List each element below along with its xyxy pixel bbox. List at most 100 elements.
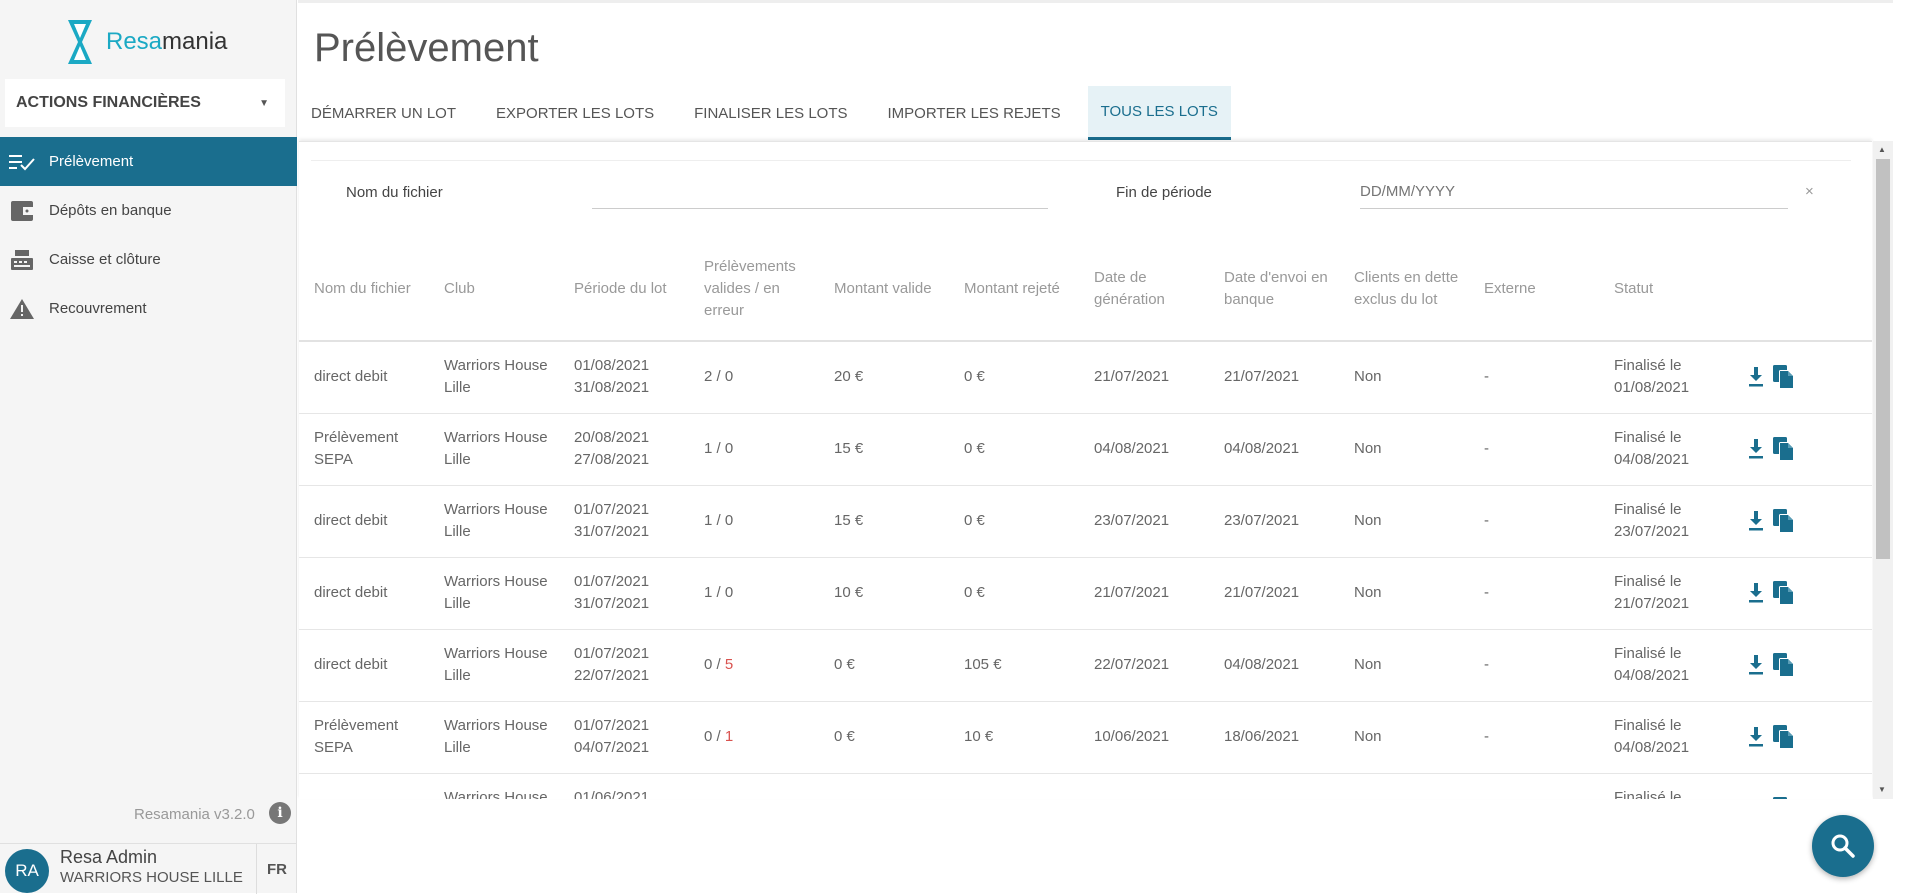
tab-importer[interactable]: Importer les rejets (875, 86, 1074, 140)
column-header[interactable]: Externe (1469, 237, 1599, 342)
cell-text: 04/08/2021 (1224, 656, 1300, 673)
table-cell: 0 / 5 (689, 773, 819, 799)
sidebar-item-recouvrement[interactable]: Recouvrement (0, 284, 297, 333)
sidebar-item-caisse[interactable]: Caisse et clôture (0, 235, 297, 284)
cell-text: direct debit (314, 512, 388, 529)
cell-text: 21/07/2021 (1224, 368, 1300, 386)
filename-filter-input[interactable] (592, 175, 1048, 209)
scroll-up-icon[interactable]: ▲ (1878, 145, 1886, 154)
sidebar-item-depots[interactable]: Dépôts en banque (0, 186, 297, 235)
download-icon[interactable] (1744, 364, 1768, 390)
scrollbar[interactable]: ▲ ▼ (1873, 141, 1893, 799)
avatar[interactable]: RA (5, 849, 49, 893)
table-row[interactable]: direct debit Warriors House Lille 01/07/20… (299, 557, 1872, 630)
cell-text: 23/07/2021 (1224, 512, 1300, 529)
sidebar: Resamania ACTIONS FINANCIÈRES ▼ Prélèvem… (0, 0, 297, 894)
column-header[interactable]: Club (429, 237, 559, 342)
tab-tous[interactable]: Tous les lots (1087, 86, 1231, 140)
table-cell: 0 € (819, 629, 949, 702)
column-header[interactable]: Statut (1599, 237, 1729, 342)
cell-text: 01/07/2021 (574, 717, 650, 734)
logo[interactable]: Resamania (66, 20, 227, 64)
download-icon[interactable] (1744, 652, 1768, 678)
copy-icon[interactable] (1772, 508, 1796, 534)
error-count: 1 (724, 728, 734, 745)
copy-icon[interactable] (1772, 580, 1796, 606)
info-icon[interactable]: i (269, 802, 291, 824)
table-cell: Warriors House Lille (429, 773, 559, 799)
table-cell: - (1469, 557, 1599, 630)
search-icon (1831, 834, 1855, 858)
table-cell: direct debit (299, 557, 429, 630)
cell-text: Finalisé le (1614, 645, 1682, 662)
error-count: 0 (724, 368, 734, 386)
cell-text: 01/08/2021 (574, 357, 650, 375)
table-cell: Finalisé le 04/08/2021 (1599, 629, 1729, 702)
cell-text: Warriors House Lille (444, 357, 548, 397)
column-header[interactable]: Clients en dette exclus du lot (1339, 237, 1469, 342)
table-cell: Finalisé le 01/08/2021 (1599, 341, 1729, 414)
copy-icon[interactable] (1772, 436, 1796, 462)
column-header[interactable]: Montant rejeté (949, 237, 1079, 342)
error-count: 0 (724, 440, 734, 457)
copy-icon[interactable] (1772, 724, 1796, 750)
tab-exporter[interactable]: Exporter les lots (483, 86, 667, 140)
logo-icon (66, 20, 94, 64)
cell-text: 0 € (834, 728, 855, 745)
download-icon[interactable] (1744, 796, 1768, 799)
cell-text: - (1484, 656, 1489, 673)
language-switch[interactable]: FR (256, 844, 297, 894)
column-header[interactable]: Date de génération (1079, 237, 1209, 342)
download-icon[interactable] (1744, 724, 1768, 750)
cell-text: 27/08/2021 (574, 451, 650, 468)
separator: / (712, 584, 725, 601)
table-row[interactable]: direct debit Warriors House Lille 01/07/20… (299, 485, 1872, 558)
download-icon[interactable] (1744, 508, 1768, 534)
table-cell: 15 € (819, 485, 949, 558)
scroll-thumb[interactable] (1876, 159, 1890, 559)
cell-text: Finalisé le (1614, 357, 1682, 375)
table-cell: Non (1339, 413, 1469, 486)
table-row[interactable]: direct debit Warriors House Lille 01/08/20… (299, 341, 1872, 414)
table-cell: 22/07/2021 (1079, 773, 1209, 799)
table-cell: 0 / 5 (689, 629, 819, 702)
download-icon[interactable] (1744, 436, 1768, 462)
table-cell: 0 / 1 (689, 701, 819, 774)
table-row[interactable]: Prélèvement SEPA Warriors House Lille 01/0… (299, 701, 1872, 774)
column-header[interactable]: Prélèvements valides / en erreur (689, 237, 819, 342)
scroll-down-icon[interactable]: ▼ (1878, 785, 1886, 794)
table-row[interactable]: direct debit Warriors House Lille 01/07/20… (299, 629, 1872, 702)
table-cell: 10 € (819, 557, 949, 630)
table-cell: 01/08/2021 31/08/2021 (559, 341, 689, 414)
table-cell: - (1469, 629, 1599, 702)
period-filter-input[interactable] (1360, 175, 1788, 209)
column-header[interactable]: Nom du fichier (299, 237, 429, 342)
copy-icon[interactable] (1772, 364, 1796, 390)
column-header[interactable]: Montant valide (819, 237, 949, 342)
filter-row: Nom du fichier Fin de période × (311, 160, 1851, 220)
tab-demarrer[interactable]: Démarrer un lot (298, 86, 469, 140)
table-row[interactable]: Prélèvement SEPA Warriors House Lille 20/0… (299, 413, 1872, 486)
cell-text: 0 € (834, 656, 855, 673)
table-cell: 0 € (819, 773, 949, 799)
table-cell: - (1469, 413, 1599, 486)
cell-text: - (1484, 368, 1489, 386)
sidebar-item-prelevement[interactable]: Prélèvement (0, 137, 297, 186)
column-header[interactable]: Date d'envoi en banque (1209, 237, 1339, 342)
cell-text: direct debit (314, 656, 388, 673)
separator: / (712, 728, 725, 745)
separator: / (712, 656, 725, 673)
cell-text: 01/06/2021 (574, 789, 650, 799)
clear-icon[interactable]: × (1805, 183, 1814, 200)
copy-icon[interactable] (1772, 796, 1796, 799)
download-icon[interactable] (1744, 580, 1768, 606)
tab-finaliser[interactable]: Finaliser les lots (681, 86, 860, 140)
table-cell: direct debit (299, 341, 429, 414)
search-button[interactable] (1812, 815, 1874, 877)
cell-text: 10 € (964, 728, 994, 745)
table-row[interactable]: direct debit Warriors House Lille 01/06/20… (299, 773, 1872, 799)
section-select[interactable]: ACTIONS FINANCIÈRES ▼ (5, 79, 285, 127)
copy-icon[interactable] (1772, 652, 1796, 678)
row-actions (1729, 773, 1872, 799)
column-header[interactable]: Période du lot (559, 237, 689, 342)
